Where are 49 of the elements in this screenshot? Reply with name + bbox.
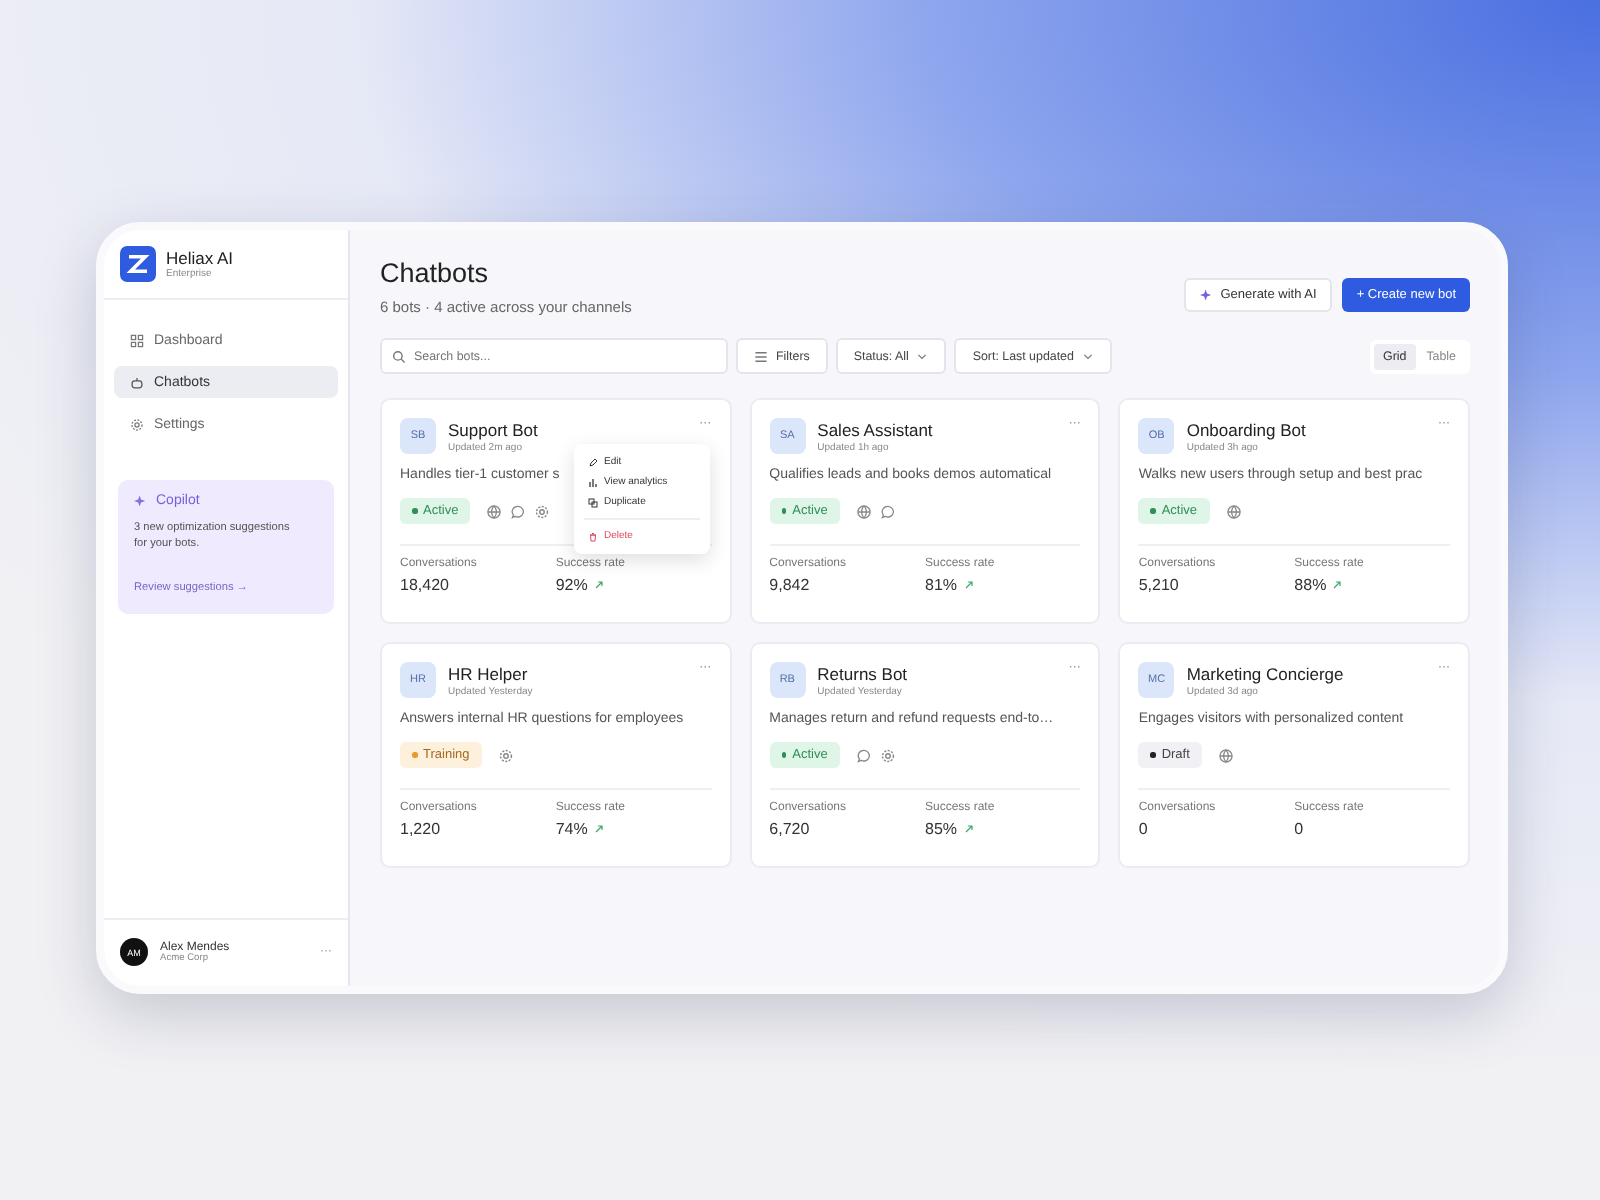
- bot-name: Support Bot: [448, 419, 540, 439]
- sparkle-icon: [134, 494, 148, 508]
- chevron-icon: [916, 350, 929, 362]
- stat-value: 92%: [555, 576, 588, 594]
- stat-value: 0: [1294, 820, 1304, 838]
- chat-icon: [855, 747, 872, 763]
- robot-icon: [130, 375, 144, 389]
- stat-value: 18,420: [400, 576, 451, 594]
- logo-icon: [120, 246, 156, 282]
- sparkle-icon: [1200, 288, 1215, 302]
- stat-value: 81%: [925, 576, 958, 594]
- stat-value: 5,210: [1138, 576, 1181, 594]
- copy-icon: [588, 497, 598, 507]
- trend-up-icon: [1332, 580, 1343, 590]
- trend-up-icon: [963, 580, 974, 590]
- globe-icon: [855, 503, 872, 519]
- stat-value: 1,220: [400, 820, 443, 838]
- stat-value: 85%: [925, 820, 958, 838]
- bar-chart-icon: [588, 477, 598, 487]
- chevron-icon: [1081, 350, 1094, 362]
- chat-icon: [510, 503, 527, 519]
- grid-icon: [130, 333, 144, 347]
- bot-name: Sales Assistant: [817, 419, 935, 439]
- brand-name: Heliax AI: [166, 248, 234, 268]
- bot-name: Returns Bot: [817, 663, 910, 683]
- gear-icon: [497, 747, 514, 763]
- trend-up-icon: [963, 824, 974, 834]
- stat-value: 6,720: [769, 820, 812, 838]
- page-title: Chatbots: [380, 258, 491, 288]
- filter-icon: [754, 349, 768, 363]
- stat-value: 88%: [1294, 576, 1327, 594]
- globe-icon: [1217, 747, 1234, 763]
- stat-value: 0: [1138, 820, 1150, 838]
- chat-icon: [879, 503, 896, 519]
- gear-icon: [534, 503, 551, 519]
- bot-name: Marketing Concierge: [1186, 663, 1346, 683]
- trend-up-icon: [593, 580, 604, 590]
- search-icon: [392, 349, 406, 363]
- globe-icon: [486, 503, 503, 519]
- pencil-icon: [588, 457, 598, 467]
- trend-up-icon: [593, 824, 604, 834]
- stat-value: 9,842: [769, 576, 812, 594]
- trash-icon: [588, 531, 598, 541]
- globe-icon: [1225, 503, 1242, 519]
- bot-name: HR Helper: [448, 663, 528, 683]
- stat-value: 74%: [555, 820, 588, 838]
- bot-name: Onboarding Bot: [1186, 419, 1308, 439]
- settings-icon: [130, 417, 144, 431]
- gear-icon: [879, 747, 896, 763]
